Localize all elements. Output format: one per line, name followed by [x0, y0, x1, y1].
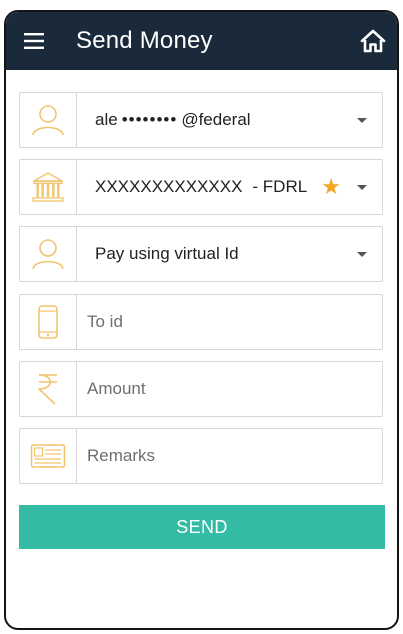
- amount-icon-cell: [20, 362, 77, 416]
- note-card-icon: [30, 444, 66, 468]
- from-account-select[interactable]: ale •••••••• @federal: [19, 92, 383, 148]
- hamburger-menu-icon: [24, 33, 44, 49]
- chevron-down-icon: [357, 117, 367, 123]
- send-button[interactable]: SEND: [19, 505, 385, 549]
- home-button[interactable]: [351, 12, 395, 70]
- page-title: Send Money: [76, 27, 213, 54]
- vpa-masked: ••••••••: [121, 110, 178, 129]
- amount-input[interactable]: [77, 362, 382, 416]
- remarks-input[interactable]: [77, 429, 382, 483]
- bank-account-dropdown-arrow[interactable]: [342, 160, 382, 214]
- pay-mode-dropdown-arrow[interactable]: [342, 227, 382, 281]
- from-account-dropdown-arrow[interactable]: [342, 93, 382, 147]
- pay-mode-icon-cell: [20, 227, 77, 281]
- bank-account-icon-cell: [20, 160, 77, 214]
- pay-mode-select[interactable]: Pay using virtual Id: [19, 226, 383, 282]
- amount-field[interactable]: [19, 361, 383, 417]
- to-id-input[interactable]: [77, 295, 382, 349]
- from-account-value: ale •••••••• @federal: [77, 93, 342, 147]
- star-icon[interactable]: ★: [321, 176, 341, 198]
- chevron-down-icon: [357, 251, 367, 257]
- bank-icon: [32, 172, 64, 202]
- bank-account-value: XXXXXXXXXXXXX - FDRL ★: [77, 160, 342, 214]
- chevron-down-icon: [357, 184, 367, 190]
- home-icon: [360, 29, 386, 53]
- vpa-suffix: @federal: [181, 110, 251, 129]
- pay-mode-value: Pay using virtual Id: [95, 244, 239, 263]
- from-account-icon-cell: [20, 93, 77, 147]
- to-id-icon-cell: [20, 295, 77, 349]
- bank-account-select[interactable]: XXXXXXXXXXXXX - FDRL ★: [19, 159, 383, 215]
- user-icon: [32, 239, 64, 270]
- phone-frame: Send Money ale •••••••• @federal XXXXXXX…: [4, 10, 399, 630]
- mobile-phone-icon: [38, 305, 58, 339]
- user-icon: [32, 105, 64, 136]
- account-number: XXXXXXXXXXXXX: [95, 177, 243, 196]
- bank-code: - FDRL: [252, 177, 308, 196]
- menu-button[interactable]: [12, 12, 56, 70]
- remarks-icon-cell: [20, 429, 77, 483]
- vpa-prefix: ale: [95, 110, 118, 129]
- remarks-field[interactable]: [19, 428, 383, 484]
- app-bar: Send Money: [6, 12, 397, 70]
- rupee-icon: [38, 374, 57, 405]
- to-id-field[interactable]: [19, 294, 383, 350]
